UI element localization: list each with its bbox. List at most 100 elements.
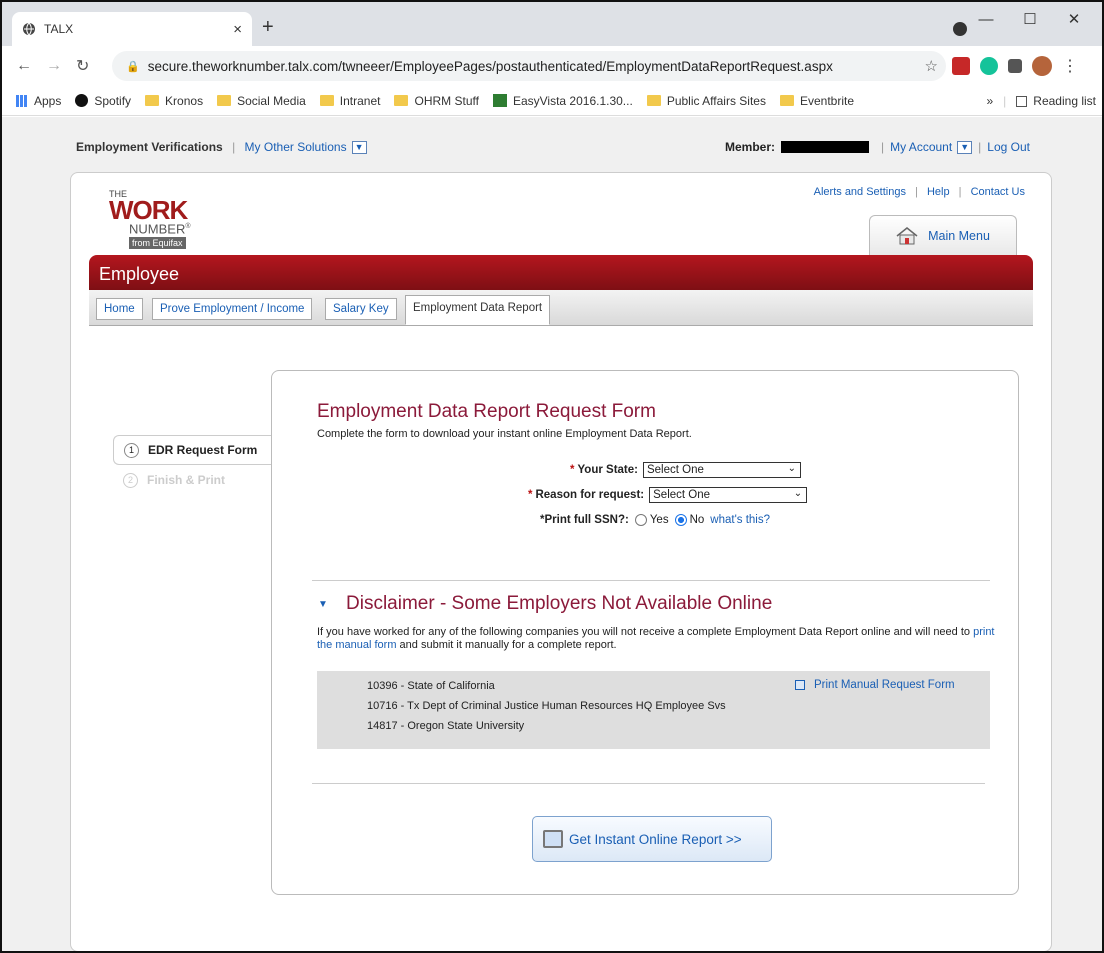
- top-nav: Employment Verifications | My Other Solu…: [76, 140, 367, 155]
- forward-icon[interactable]: →: [46, 57, 62, 75]
- printer-icon: [795, 680, 805, 690]
- state-row: * Your State: Select One ⌄: [570, 462, 801, 478]
- home-icon: [896, 226, 918, 244]
- form-subtitle: Complete the form to download your insta…: [317, 428, 692, 440]
- bookmark-social-media[interactable]: Social Media: [217, 94, 306, 108]
- spotify-icon: [75, 94, 89, 107]
- tab-title: TALX: [44, 22, 74, 36]
- state-select[interactable]: Select One ⌄: [642, 462, 801, 478]
- disclaimer-title: Disclaimer - Some Employers Not Availabl…: [346, 593, 773, 614]
- employment-verifications-label: Employment Verifications: [76, 140, 223, 154]
- bookmarks-bar: Apps Spotify Kronos Social Media Intrane…: [2, 86, 1102, 116]
- my-account-link[interactable]: My Account: [890, 140, 952, 154]
- bookmark-intranet[interactable]: Intranet: [319, 94, 380, 108]
- url-text: secure.theworknumber.talx.com/twneeer/Em…: [147, 58, 833, 74]
- folder-icon: [646, 95, 661, 106]
- reason-select[interactable]: Select One ⌄: [649, 487, 808, 503]
- back-icon[interactable]: ←: [16, 57, 32, 75]
- bookmark-easyvista[interactable]: EasyVista 2016.1.30...: [492, 94, 633, 108]
- disclaimer-text: If you have worked for any of the follow…: [317, 626, 995, 651]
- reload-icon[interactable]: ↻: [76, 56, 89, 76]
- employers-list: 10396 - State of California 10716 - Tx D…: [317, 671, 990, 749]
- lock-icon: 🔒: [126, 60, 140, 73]
- my-other-solutions-link[interactable]: My Other Solutions: [245, 140, 347, 154]
- divider: [312, 580, 990, 581]
- member-bar: Member: | My Account ▼ | Log Out: [725, 140, 1030, 154]
- list-item: 14817 - Oregon State University: [367, 720, 525, 732]
- alerts-settings-link[interactable]: Alerts and Settings: [814, 186, 906, 198]
- form-title: Employment Data Report Request Form: [317, 401, 656, 422]
- chevron-down-icon: ⌄: [787, 463, 796, 474]
- reason-label: Reason for request:: [535, 489, 645, 501]
- tab-strip: TALX × + — ☐ ✕: [2, 2, 1102, 46]
- page-content: Employment Verifications | My Other Solu…: [2, 117, 1102, 951]
- extensions-puzzle-icon[interactable]: [1008, 59, 1022, 73]
- reason-row: * Reason for request: Select One ⌄: [528, 487, 808, 503]
- bookmark-star-icon[interactable]: ☆: [925, 57, 938, 75]
- folder-icon: [319, 95, 334, 106]
- maximize-button[interactable]: ☐: [1008, 10, 1052, 28]
- folder-icon: [394, 95, 409, 106]
- get-instant-report-button[interactable]: Get Instant Online Report >>: [532, 816, 772, 862]
- list-item: 10396 - State of California: [367, 680, 495, 692]
- menu-kebab-icon[interactable]: ⋮: [1062, 56, 1078, 76]
- collapse-triangle-icon[interactable]: ▼: [318, 599, 328, 610]
- chevron-down-icon: ⌄: [793, 488, 803, 499]
- chevron-down-icon[interactable]: ▼: [957, 140, 973, 154]
- folder-icon: [779, 95, 794, 106]
- step-finish-print: 2 Finish & Print: [113, 465, 273, 495]
- bookmark-kronos[interactable]: Kronos: [145, 94, 203, 108]
- easyvista-icon: [492, 94, 507, 107]
- avatar[interactable]: [1032, 56, 1052, 76]
- reading-list-icon: [1016, 95, 1028, 107]
- form-panel: Employment Data Report Request Form Comp…: [271, 370, 1019, 895]
- browser-tab[interactable]: TALX ×: [12, 12, 252, 46]
- print-manual-request-button[interactable]: Print Manual Request Form: [795, 679, 955, 691]
- address-bar[interactable]: 🔒 secure.theworknumber.talx.com/twneeer/…: [112, 51, 946, 81]
- ssn-no-radio[interactable]: [674, 514, 687, 526]
- bookmarks-overflow-button[interactable]: »: [986, 94, 993, 108]
- bookmark-eventbrite[interactable]: Eventbrite: [779, 94, 854, 108]
- tab-home[interactable]: Home: [96, 298, 143, 320]
- member-label: Member:: [725, 140, 776, 154]
- ssn-yes-radio[interactable]: [634, 514, 647, 526]
- steps-nav: 1 EDR Request Form 2 Finish & Print: [113, 435, 275, 495]
- minimize-button[interactable]: —: [964, 11, 1008, 28]
- redacted-member-name: [781, 141, 870, 153]
- toolbar: ← → ↻ 🔒 secure.theworknumber.talx.com/tw…: [2, 46, 1102, 86]
- bookmark-ohrm-stuff[interactable]: OHRM Stuff: [394, 94, 479, 108]
- grammarly-extension-icon[interactable]: [980, 57, 998, 75]
- step-edr-request-form[interactable]: 1 EDR Request Form: [113, 435, 275, 465]
- browser-window: TALX × + — ☐ ✕ ← → ↻ 🔒 secure.theworknum…: [0, 0, 1104, 953]
- help-link[interactable]: Help: [927, 186, 950, 198]
- state-label: Your State:: [577, 464, 638, 476]
- utility-links: Alerts and Settings | Help | Contact Us: [813, 186, 1025, 198]
- monitor-icon: [543, 830, 563, 848]
- tab-prove-employment[interactable]: Prove Employment / Income: [152, 298, 313, 320]
- globe-icon: [23, 22, 35, 36]
- page-tabs: Home Prove Employment / Income Salary Ke…: [89, 290, 1033, 326]
- close-window-button[interactable]: ✕: [1052, 10, 1096, 28]
- pdf-extension-icon[interactable]: [952, 57, 970, 75]
- tab-employment-data-report[interactable]: Employment Data Report: [405, 295, 551, 325]
- chevron-down-icon[interactable]: ▼: [351, 141, 367, 155]
- ssn-row: *Print full SSN?: Yes No what's this?: [540, 514, 771, 526]
- folder-icon: [217, 95, 232, 106]
- divider: [312, 783, 985, 784]
- reading-list-button[interactable]: Reading list: [1016, 94, 1096, 108]
- bookmark-spotify[interactable]: Spotify: [75, 94, 131, 108]
- tab-salary-key[interactable]: Salary Key: [325, 298, 397, 320]
- folder-icon: [145, 95, 160, 106]
- main-card: THE WORK NUMBER® from Equifax Alerts and…: [70, 172, 1052, 951]
- work-number-logo[interactable]: THE WORK NUMBER® from Equifax: [109, 189, 199, 250]
- whats-this-link[interactable]: what's this?: [710, 514, 770, 526]
- ssn-label: *Print full SSN?:: [540, 514, 629, 526]
- employee-banner: Employee: [89, 255, 1033, 290]
- main-menu-button[interactable]: Main Menu: [869, 215, 1017, 255]
- new-tab-button[interactable]: +: [262, 16, 274, 39]
- log-out-link[interactable]: Log Out: [987, 140, 1030, 154]
- contact-us-link[interactable]: Contact Us: [971, 186, 1025, 198]
- close-tab-icon[interactable]: ×: [233, 21, 242, 38]
- bookmark-apps[interactable]: Apps: [16, 94, 61, 108]
- bookmark-public-affairs[interactable]: Public Affairs Sites: [646, 94, 766, 108]
